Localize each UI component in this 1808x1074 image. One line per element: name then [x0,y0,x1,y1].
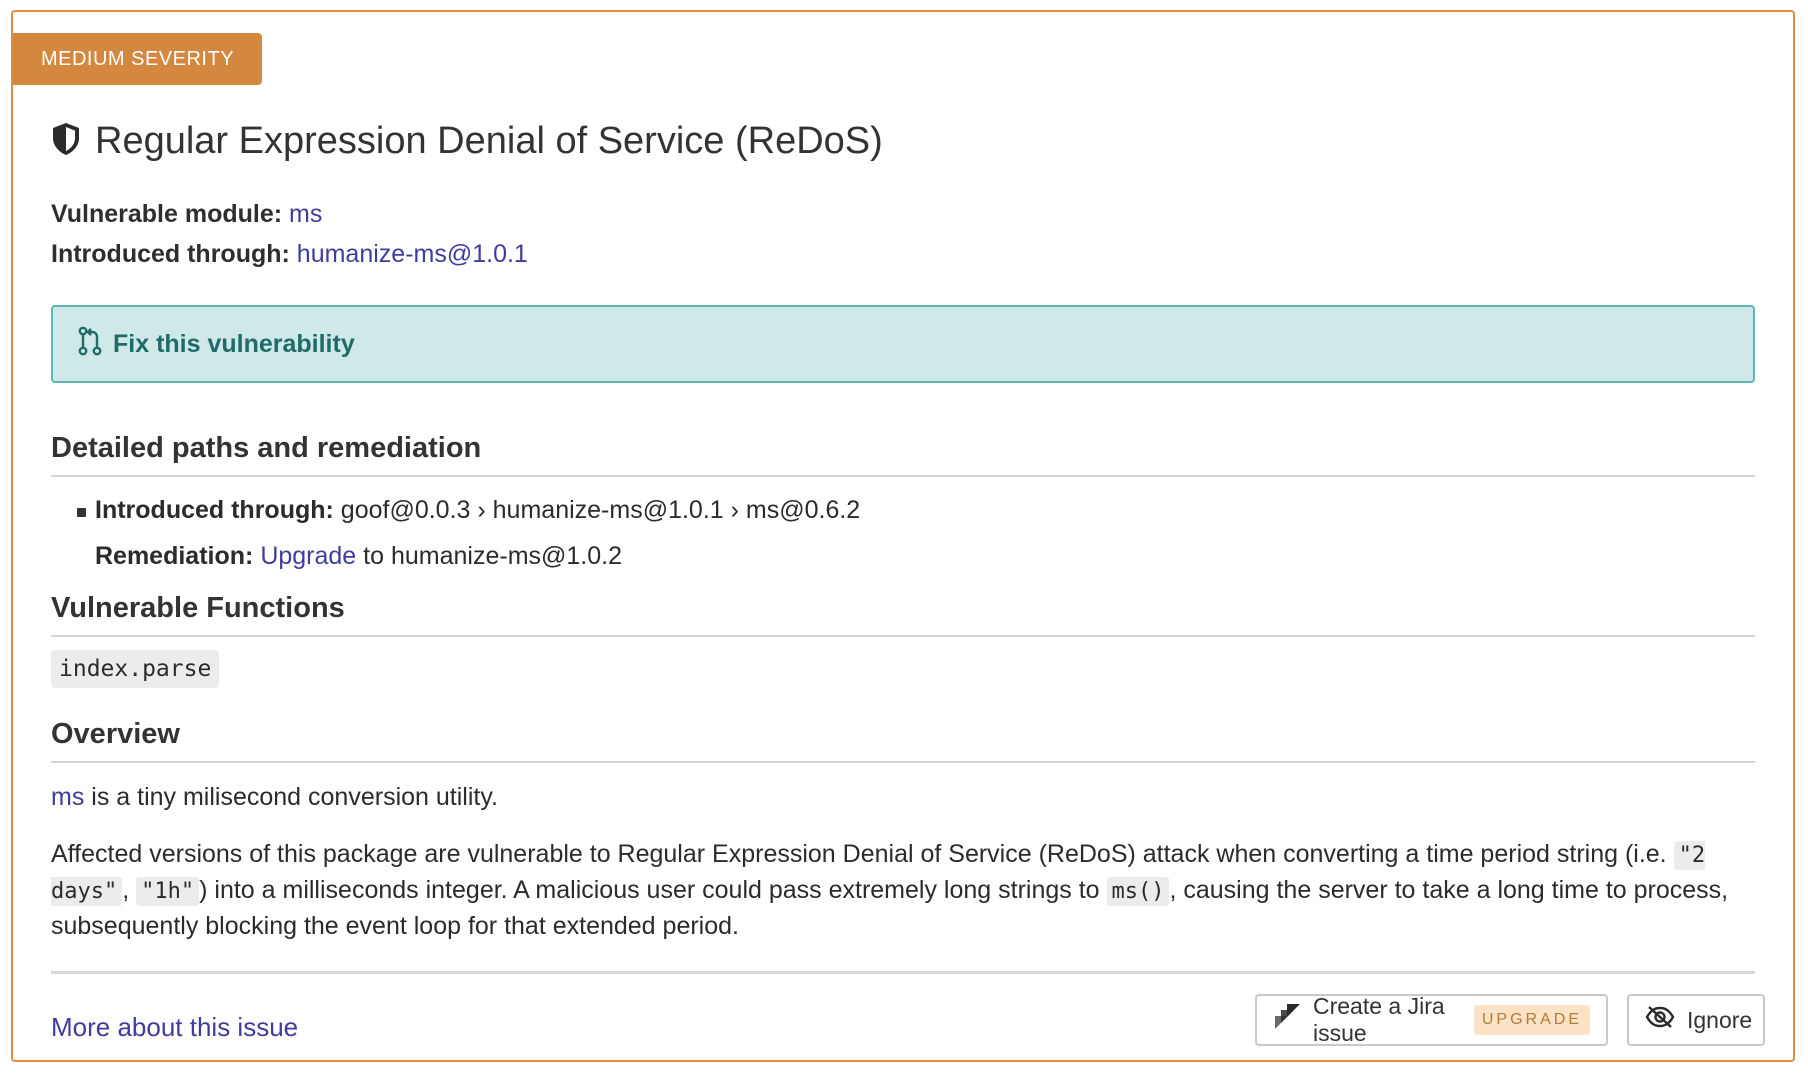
introduced-through-label: Introduced through: [51,240,290,268]
jira-icon [1273,1003,1301,1037]
path-value: goof@0.0.3 › humanize-ms@1.0.1 › ms@0.6.… [340,496,861,524]
create-jira-issue-button[interactable]: Create a Jira issue UPGRADE [1255,993,1608,1046]
footer-divider [51,971,1755,974]
overview-p2-text-a: Affected versions of this package are vu… [51,840,1674,868]
overview-p1-text: is a tiny milisecond conversion utility. [91,783,498,811]
inline-code: "1h" [136,877,200,906]
path-bullet [77,508,86,517]
vulnerable-functions-heading: Vulnerable Functions [51,592,1755,637]
function-chip: index.parse [51,650,220,688]
introduced-through-link[interactable]: humanize-ms@1.0.1 [297,240,528,268]
vulnerability-card: MEDIUM SEVERITY Regular Expression Denia… [11,10,1795,1062]
ignore-label: Ignore [1687,1006,1753,1033]
upgrade-badge: UPGRADE [1473,1005,1590,1035]
title-row: Regular Expression Denial of Service (Re… [51,120,883,163]
vulnerable-module-link[interactable]: ms [289,200,322,228]
pull-request-icon [77,326,103,363]
vulnerability-title: Regular Expression Denial of Service (Re… [95,120,883,162]
overview-p2-text-b: , [122,876,137,904]
upgrade-link[interactable]: Upgrade [260,542,356,570]
create-jira-issue-label: Create a Jira issue [1313,993,1445,1046]
overview-paragraph-1: ms is a tiny milisecond conversion utili… [51,780,1755,815]
severity-badge: MEDIUM SEVERITY [13,33,262,85]
vulnerable-module-label: Vulnerable module: [51,200,283,228]
fix-vulnerability-button[interactable]: Fix this vulnerability [51,305,1755,383]
path-line: Introduced through: goof@0.0.3 › humaniz… [95,496,860,525]
inline-code: ms() [1106,877,1170,906]
overview-p2-text-c: ) into a milliseconds integer. A malicio… [199,876,1107,904]
ignore-button[interactable]: Ignore [1627,994,1765,1046]
ms-link[interactable]: ms [51,783,84,811]
remediation-line: Remediation: Upgrade to humanize-ms@1.0.… [95,542,622,571]
fix-vulnerability-label: Fix this vulnerability [113,329,355,358]
introduced-through-line: Introduced through: humanize-ms@1.0.1 [51,240,528,269]
shield-icon [51,122,81,161]
overview-heading: Overview [51,718,1755,763]
vulnerable-module-line: Vulnerable module: ms [51,200,322,229]
overview-paragraph-2: Affected versions of this package are vu… [51,837,1755,944]
path-label: Introduced through: [95,496,334,524]
remediation-label: Remediation: [95,542,254,570]
remediation-target: to humanize-ms@1.0.2 [363,542,622,570]
more-about-issue-link[interactable]: More about this issue [51,1012,298,1043]
detailed-paths-heading: Detailed paths and remediation [51,432,1755,477]
eye-off-icon [1645,1005,1675,1035]
